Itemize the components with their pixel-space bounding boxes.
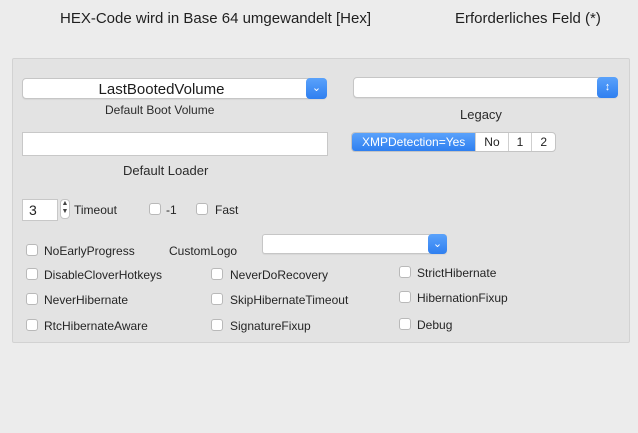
chevron-down-icon[interactable]: ⌄ (306, 78, 327, 99)
strict-hibernate-label: StrictHibernate (417, 266, 497, 280)
chevron-updown-icon[interactable]: ↕ (597, 77, 618, 98)
required-field-note: Erforderliches Feld (*) (455, 10, 601, 27)
legacy-label: Legacy (460, 107, 502, 122)
no-early-progress-checkbox[interactable] (26, 244, 38, 256)
default-loader-label: Default Loader (123, 163, 209, 178)
disable-clover-hotkeys-checkbox[interactable] (26, 268, 38, 280)
hibernation-fixup-label: HibernationFixup (417, 291, 508, 305)
custom-logo-select[interactable]: ⌄ (262, 234, 447, 254)
minus-one-checkbox[interactable] (149, 203, 161, 215)
skip-hibernate-timeout-label: SkipHibernateTimeout (230, 293, 349, 307)
signature-fixup-checkbox[interactable] (211, 319, 223, 331)
no-early-progress-label: NoEarlyProgress (44, 244, 135, 258)
fast-label: Fast (215, 203, 239, 217)
skip-hibernate-timeout-checkbox[interactable] (211, 293, 223, 305)
never-do-recovery-label: NeverDoRecovery (230, 268, 329, 282)
never-hibernate-label: NeverHibernate (44, 293, 129, 307)
timeout-field[interactable]: 3 (22, 199, 58, 221)
hibernation-fixup-checkbox[interactable] (399, 291, 411, 303)
default-loader-field[interactable] (22, 132, 328, 156)
debug-label: Debug (417, 318, 453, 332)
header: HEX-Code wird in Base 64 umgewandelt [He… (60, 10, 630, 27)
default-boot-volume-select[interactable]: LastBootedVolume ⌄ (22, 78, 327, 99)
fast-checkbox[interactable] (196, 203, 208, 215)
never-do-recovery-checkbox[interactable] (211, 268, 223, 280)
xmp-segment-no[interactable]: No (476, 133, 509, 151)
xmp-segment-1[interactable]: 1 (509, 133, 533, 151)
default-boot-volume-value: LastBootedVolume (98, 81, 225, 98)
timeout-label: Timeout (74, 203, 117, 217)
xmp-detection-segmented-control[interactable]: XMPDetection=Yes No 1 2 (351, 132, 557, 152)
disable-clover-hotkeys-label: DisableCloverHotkeys (44, 268, 163, 282)
default-boot-volume-label: Default Boot Volume (105, 103, 215, 117)
minus-one-label: -1 (166, 203, 177, 217)
rtc-hibernate-aware-label: RtcHibernateAware (44, 319, 148, 333)
chevron-down-icon[interactable]: ⌄ (428, 234, 447, 254)
boot-settings-panel: LastBootedVolume ⌄ Default Boot Volume ↕… (12, 58, 630, 343)
never-hibernate-checkbox[interactable] (26, 293, 38, 305)
debug-checkbox[interactable] (399, 318, 411, 330)
custom-logo-label: CustomLogo (169, 244, 238, 258)
signature-fixup-label: SignatureFixup (230, 319, 311, 333)
up-down-stepper-icon[interactable]: ▲ ▼ (60, 199, 70, 219)
legacy-select[interactable]: ↕ (353, 77, 618, 98)
hex-note: HEX-Code wird in Base 64 umgewandelt [He… (60, 10, 371, 27)
xmp-segment-2[interactable]: 2 (532, 133, 555, 151)
rtc-hibernate-aware-checkbox[interactable] (26, 319, 38, 331)
strict-hibernate-checkbox[interactable] (399, 266, 411, 278)
xmp-segment-yes[interactable]: XMPDetection=Yes (352, 133, 477, 151)
